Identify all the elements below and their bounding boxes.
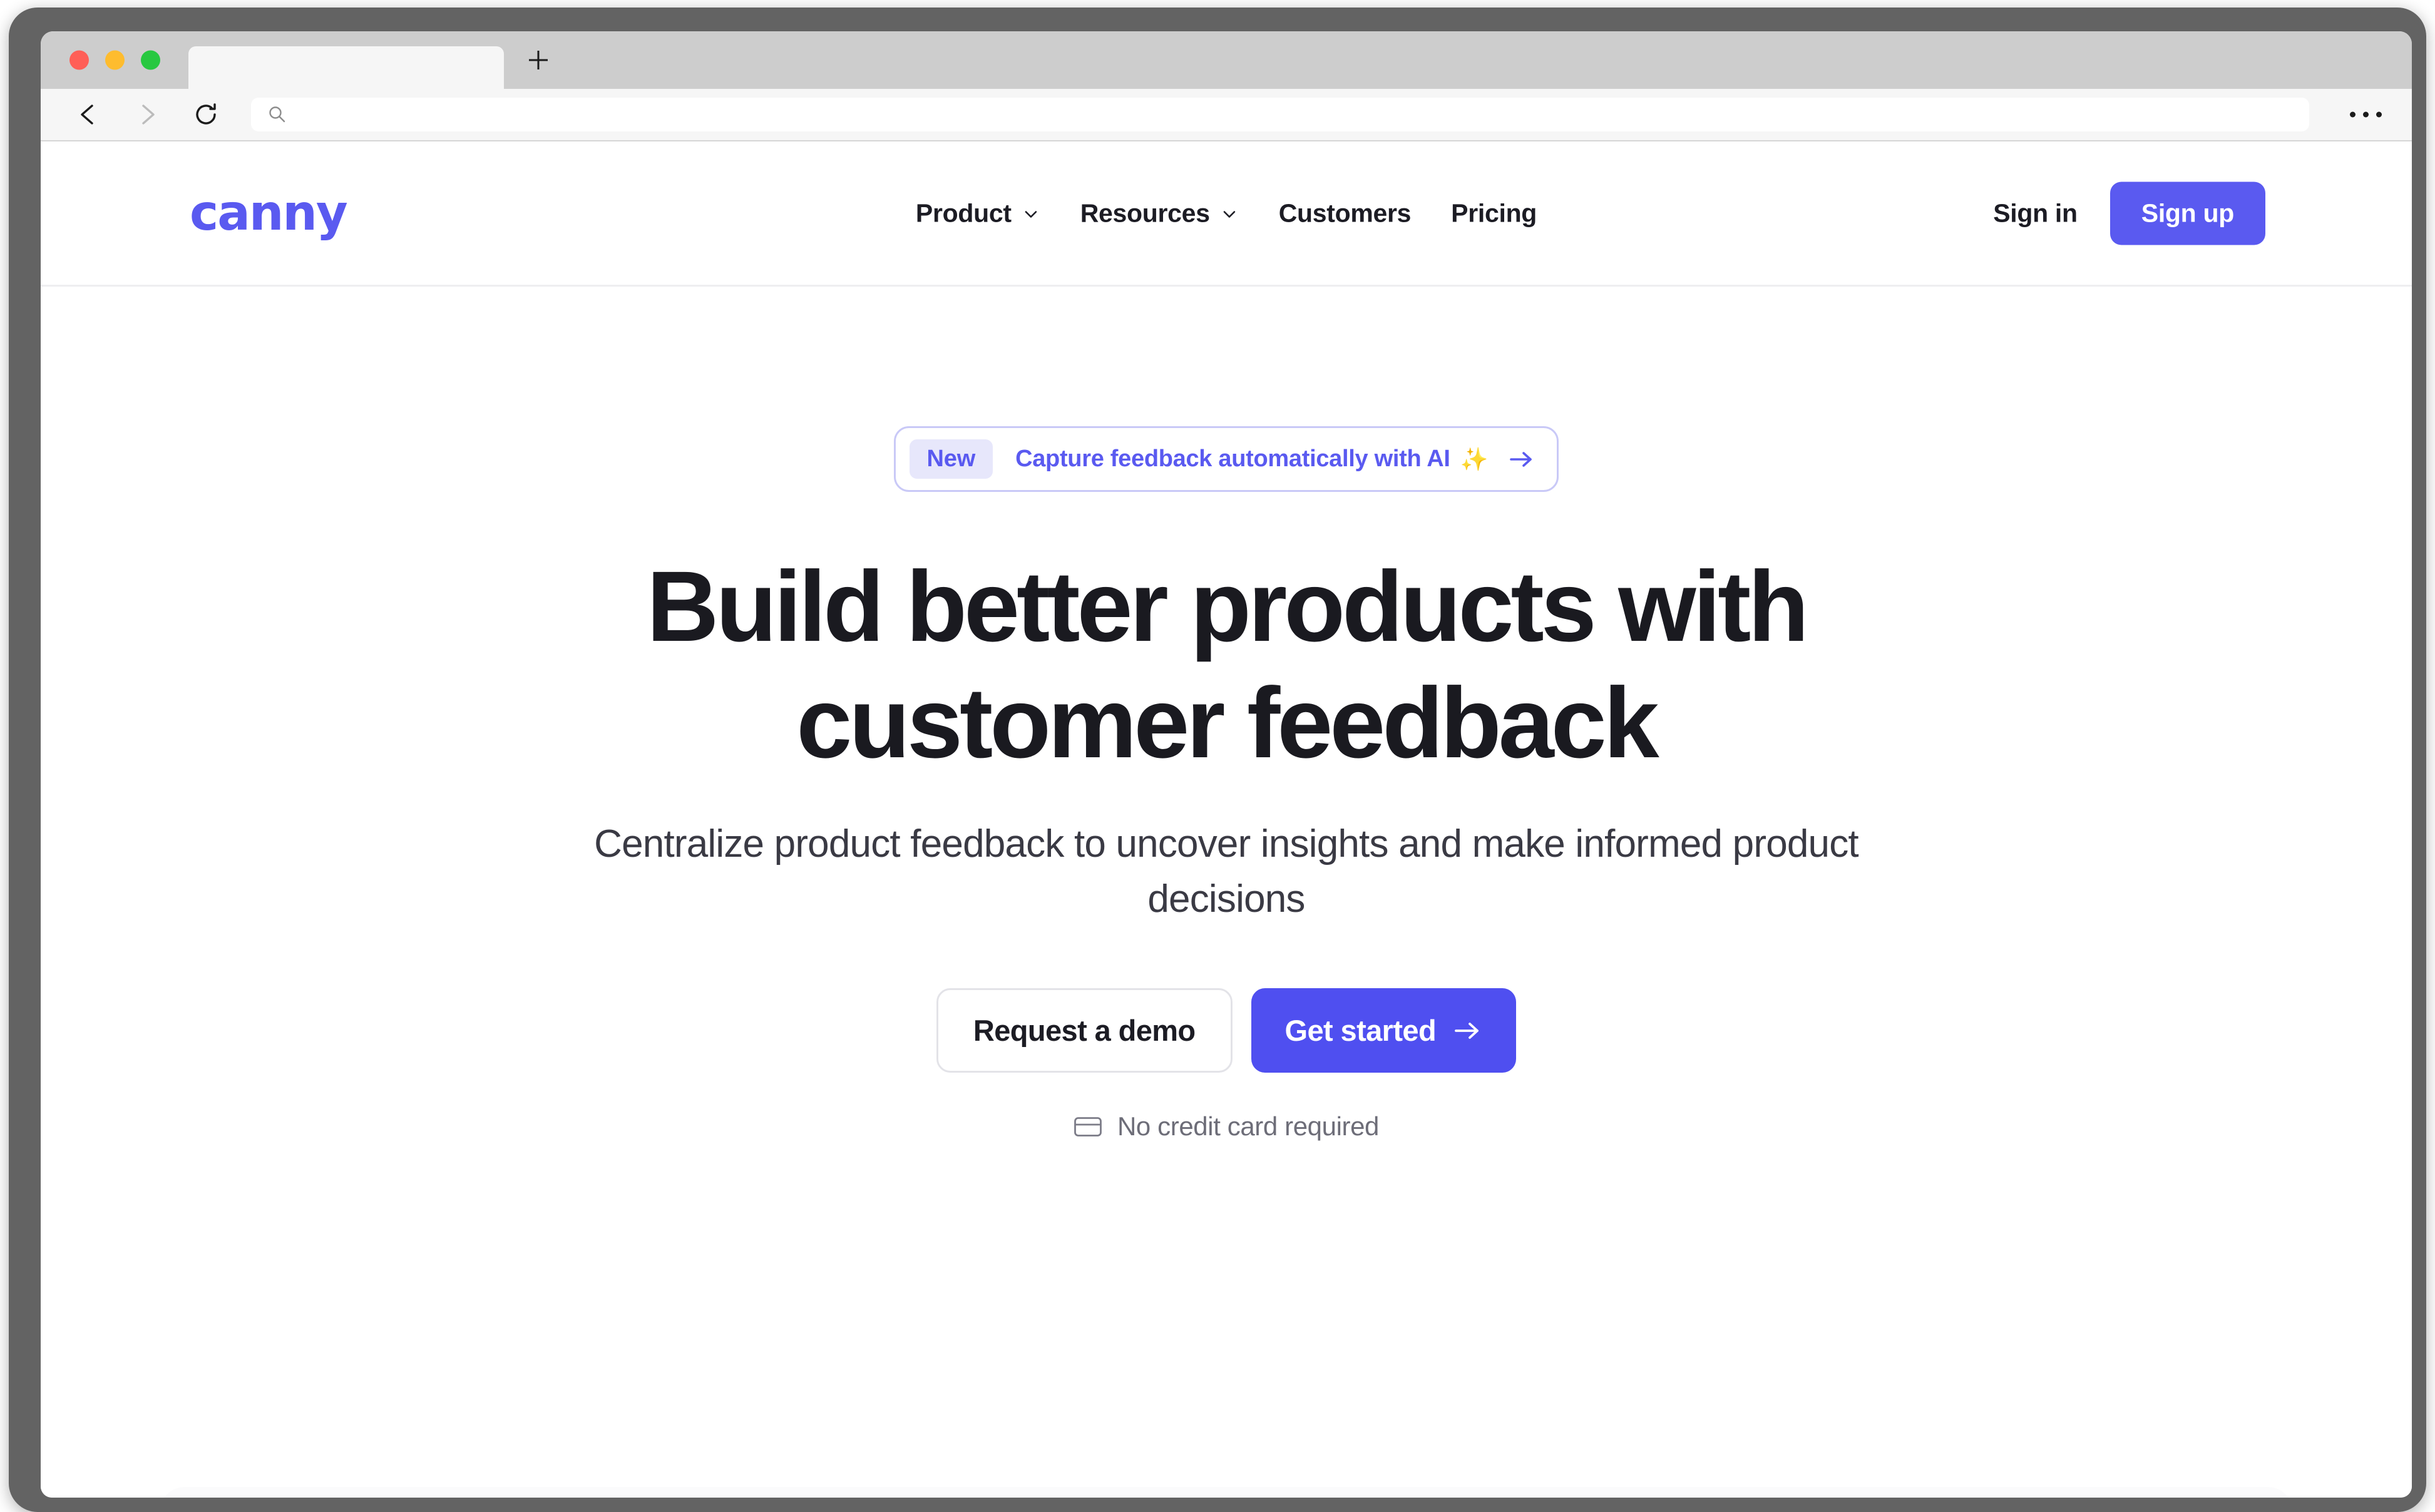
back-arrow-icon[interactable] xyxy=(73,100,103,130)
close-window-button[interactable] xyxy=(69,50,89,70)
plus-icon xyxy=(529,51,548,69)
new-tab-button[interactable] xyxy=(523,44,554,76)
forward-arrow-icon xyxy=(142,105,155,125)
browser-toolbar xyxy=(41,89,2412,141)
nav-item-label: Pricing xyxy=(1451,198,1537,227)
announcement-text: Capture feedback automatically with AI xyxy=(1015,446,1450,472)
preview-card-backdrop xyxy=(160,1487,2293,1498)
address-bar[interactable] xyxy=(251,98,2309,131)
maximize-window-button[interactable] xyxy=(141,50,160,70)
minimize-window-button[interactable] xyxy=(105,50,125,70)
arrow-right-icon xyxy=(1455,1022,1479,1039)
get-started-label: Get started xyxy=(1284,1014,1437,1048)
hero-section: New Capture feedback automatically with … xyxy=(41,287,2412,1142)
main-navigation: Product Resources Customers Pricing xyxy=(916,198,1537,228)
announcement-banner[interactable]: New Capture feedback automatically with … xyxy=(893,426,1559,492)
get-started-button[interactable]: Get started xyxy=(1251,988,1517,1073)
nav-item-resources[interactable]: Resources xyxy=(1080,198,1239,228)
browser-navigation-controls xyxy=(73,100,221,130)
nav-item-customers[interactable]: Customers xyxy=(1278,198,1412,228)
page-title: Build better products with customer feed… xyxy=(41,548,2412,780)
overflow-menu-button[interactable] xyxy=(2350,111,2382,118)
nav-item-product[interactable]: Product xyxy=(916,198,1040,228)
no-credit-card-note: No credit card required xyxy=(41,1111,2412,1142)
sign-in-link[interactable]: Sign in xyxy=(1993,198,2078,228)
header-actions: Sign in Sign up xyxy=(1993,181,2265,245)
hero-title-line-1: Build better products with xyxy=(646,550,1809,662)
browser-tab[interactable] xyxy=(188,46,504,89)
search-icon xyxy=(269,106,285,123)
overflow-dot xyxy=(2363,111,2369,118)
browser-window-frame: canny Product Resources Customers Pricin… xyxy=(9,8,2426,1512)
no-credit-card-text: No credit card required xyxy=(1117,1111,1379,1142)
overflow-dot xyxy=(2376,111,2382,118)
sparkles-icon: ✨ xyxy=(1460,446,1489,472)
page-viewport: canny Product Resources Customers Pricin… xyxy=(41,141,2412,1498)
desktop-background: canny Product Resources Customers Pricin… xyxy=(0,0,2435,1512)
nav-item-label: Customers xyxy=(1278,198,1412,227)
chevron-down-icon xyxy=(1223,211,1235,218)
site-header: canny Product Resources Customers Pricin… xyxy=(41,141,2412,287)
sign-up-button[interactable]: Sign up xyxy=(2109,181,2265,245)
hero-subtitle: Centralize product feedback to uncover i… xyxy=(594,822,1859,921)
hero-cta-group: Request a demo Get started xyxy=(41,988,2412,1073)
announcement-new-badge: New xyxy=(909,439,993,479)
credit-card-icon xyxy=(1074,1117,1102,1137)
browser-window: canny Product Resources Customers Pricin… xyxy=(41,31,2412,1498)
reload-icon[interactable] xyxy=(191,100,221,130)
hero-title-line-2: customer feedback xyxy=(796,666,1659,779)
window-traffic-lights xyxy=(69,50,160,70)
overflow-dot xyxy=(2350,111,2356,118)
browser-tab-strip xyxy=(41,31,2412,89)
arrow-right-icon xyxy=(1510,451,1532,467)
canny-logo[interactable]: canny xyxy=(190,189,348,238)
nav-item-label: Product xyxy=(915,198,1012,227)
nav-item-label: Resources xyxy=(1080,198,1210,227)
chevron-down-icon xyxy=(1025,211,1037,218)
request-demo-button[interactable]: Request a demo xyxy=(936,988,1233,1073)
nav-item-pricing[interactable]: Pricing xyxy=(1451,198,1537,228)
